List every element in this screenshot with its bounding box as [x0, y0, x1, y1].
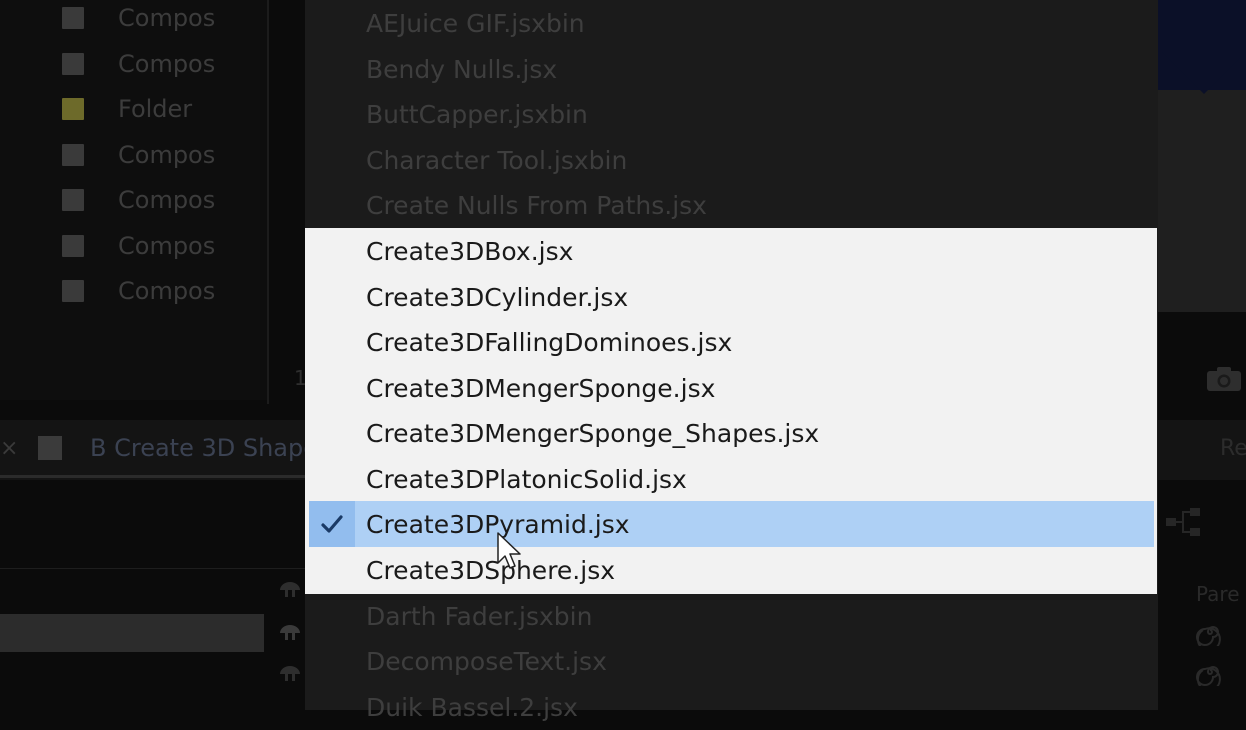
close-tab-icon[interactable]: × — [0, 436, 18, 461]
menu-item[interactable]: DecomposeText.jsx — [305, 638, 1157, 684]
menu-item[interactable]: Create3DBox.jsx — [305, 228, 1157, 274]
layer-divider — [0, 568, 305, 569]
menu-item-label: Create3DPlatonicSolid.jsx — [366, 464, 687, 494]
layer-icon[interactable] — [276, 578, 304, 600]
menu-item-label: Create3DSphere.jsx — [366, 555, 616, 585]
menu-item-label: Create3DFallingDominoes.jsx — [366, 327, 733, 357]
project-panel: Compos Compos Folder Compos Compos Compo… — [0, 0, 268, 400]
menu-item-label: DecomposeText.jsx — [366, 646, 607, 676]
menu-item-label: Create3DMengerSponge.jsx — [366, 373, 716, 403]
menu-item-label: ButtCapper.jsxbin — [366, 99, 588, 129]
viewer-shape — [1162, 52, 1246, 94]
menu-item-label: Create Nulls From Paths.jsx — [366, 190, 707, 220]
project-item[interactable]: Compos — [62, 4, 216, 32]
menu-item[interactable]: Character Tool.jsxbin — [305, 137, 1157, 183]
menu-item[interactable]: Create3DCylinder.jsx — [305, 274, 1157, 320]
menu-item-label: Create3DBox.jsx — [366, 236, 574, 266]
composition-icon — [62, 235, 84, 257]
menu-item[interactable]: Bendy Nulls.jsx — [305, 46, 1157, 92]
composition-icon — [62, 7, 84, 29]
spiral-icon[interactable] — [1196, 658, 1224, 686]
menu-item[interactable]: AEJuice GIF.jsxbin — [305, 0, 1157, 46]
project-item[interactable]: Compos — [62, 50, 216, 78]
menu-item[interactable]: Create3DMengerSponge.jsx — [305, 365, 1157, 411]
panel-divider[interactable] — [267, 0, 269, 404]
project-item[interactable]: Compos — [62, 141, 216, 169]
menu-item-label: Create3DMengerSponge_Shapes.jsx — [366, 418, 820, 448]
menu-item[interactable]: Darth Fader.jsxbin — [305, 593, 1157, 639]
menu-item-label: Create3DCylinder.jsx — [366, 282, 629, 312]
flowchart-icon[interactable] — [1164, 506, 1204, 540]
composition-icon — [62, 53, 84, 75]
mouse-pointer-icon — [497, 532, 521, 569]
menu-item-label: AEJuice GIF.jsxbin — [366, 8, 585, 38]
menu-item-label: Darth Fader.jsxbin — [366, 601, 593, 631]
layer-icon[interactable] — [276, 662, 304, 684]
layer-row-selected[interactable] — [0, 614, 264, 652]
composition-icon — [62, 189, 84, 211]
composition-icon — [62, 144, 84, 166]
project-item-label: Compos — [118, 4, 216, 32]
parent-column-header: Pare — [1196, 582, 1240, 606]
project-item-label: Folder — [118, 95, 193, 123]
menu-item[interactable]: Create3DFallingDominoes.jsx — [305, 319, 1157, 365]
project-item-label: Compos — [118, 50, 216, 78]
project-item[interactable]: Folder — [62, 95, 193, 123]
composition-icon — [38, 436, 62, 460]
menu-item-label: Duik Bassel.2.jsx — [366, 692, 578, 722]
project-item[interactable]: Compos — [62, 186, 216, 214]
project-item-label: Compos — [118, 141, 216, 169]
menu-item[interactable]: Create3DPlatonicSolid.jsx — [305, 456, 1157, 502]
layer-icon[interactable] — [276, 621, 304, 643]
menu-item-label: Bendy Nulls.jsx — [366, 54, 558, 84]
menu-item[interactable]: Duik Bassel.2.jsx — [305, 684, 1157, 730]
active-tab-indicator — [0, 475, 310, 478]
menu-item[interactable]: Create3DSphere.jsx — [305, 547, 1157, 593]
timeline-tab-label[interactable]: B Create 3D Shape — [90, 434, 318, 462]
project-item-label: Compos — [118, 277, 216, 305]
camera-icon[interactable] — [1206, 366, 1242, 392]
project-item-label: Compos — [118, 186, 216, 214]
menu-item[interactable]: Create Nulls From Paths.jsx — [305, 182, 1157, 228]
project-item[interactable]: Compos — [62, 232, 216, 260]
menu-item[interactable]: ButtCapper.jsxbin — [305, 91, 1157, 137]
folder-icon — [62, 98, 84, 120]
spiral-icon[interactable] — [1196, 618, 1224, 646]
menu-item-label: Character Tool.jsxbin — [366, 145, 628, 175]
checkmark-icon — [309, 501, 355, 547]
menu-item-selected[interactable]: Create3DPyramid.jsx — [309, 501, 1154, 547]
project-item-label: Compos — [118, 232, 216, 260]
script-menu: AEJuice GIF.jsxbin Bendy Nulls.jsx ButtC… — [305, 0, 1158, 722]
render-queue-tab[interactable]: Re — [1220, 436, 1246, 461]
project-item[interactable]: Compos — [62, 277, 216, 305]
composition-icon — [62, 280, 84, 302]
menu-item[interactable]: Create3DMengerSponge_Shapes.jsx — [305, 410, 1157, 456]
